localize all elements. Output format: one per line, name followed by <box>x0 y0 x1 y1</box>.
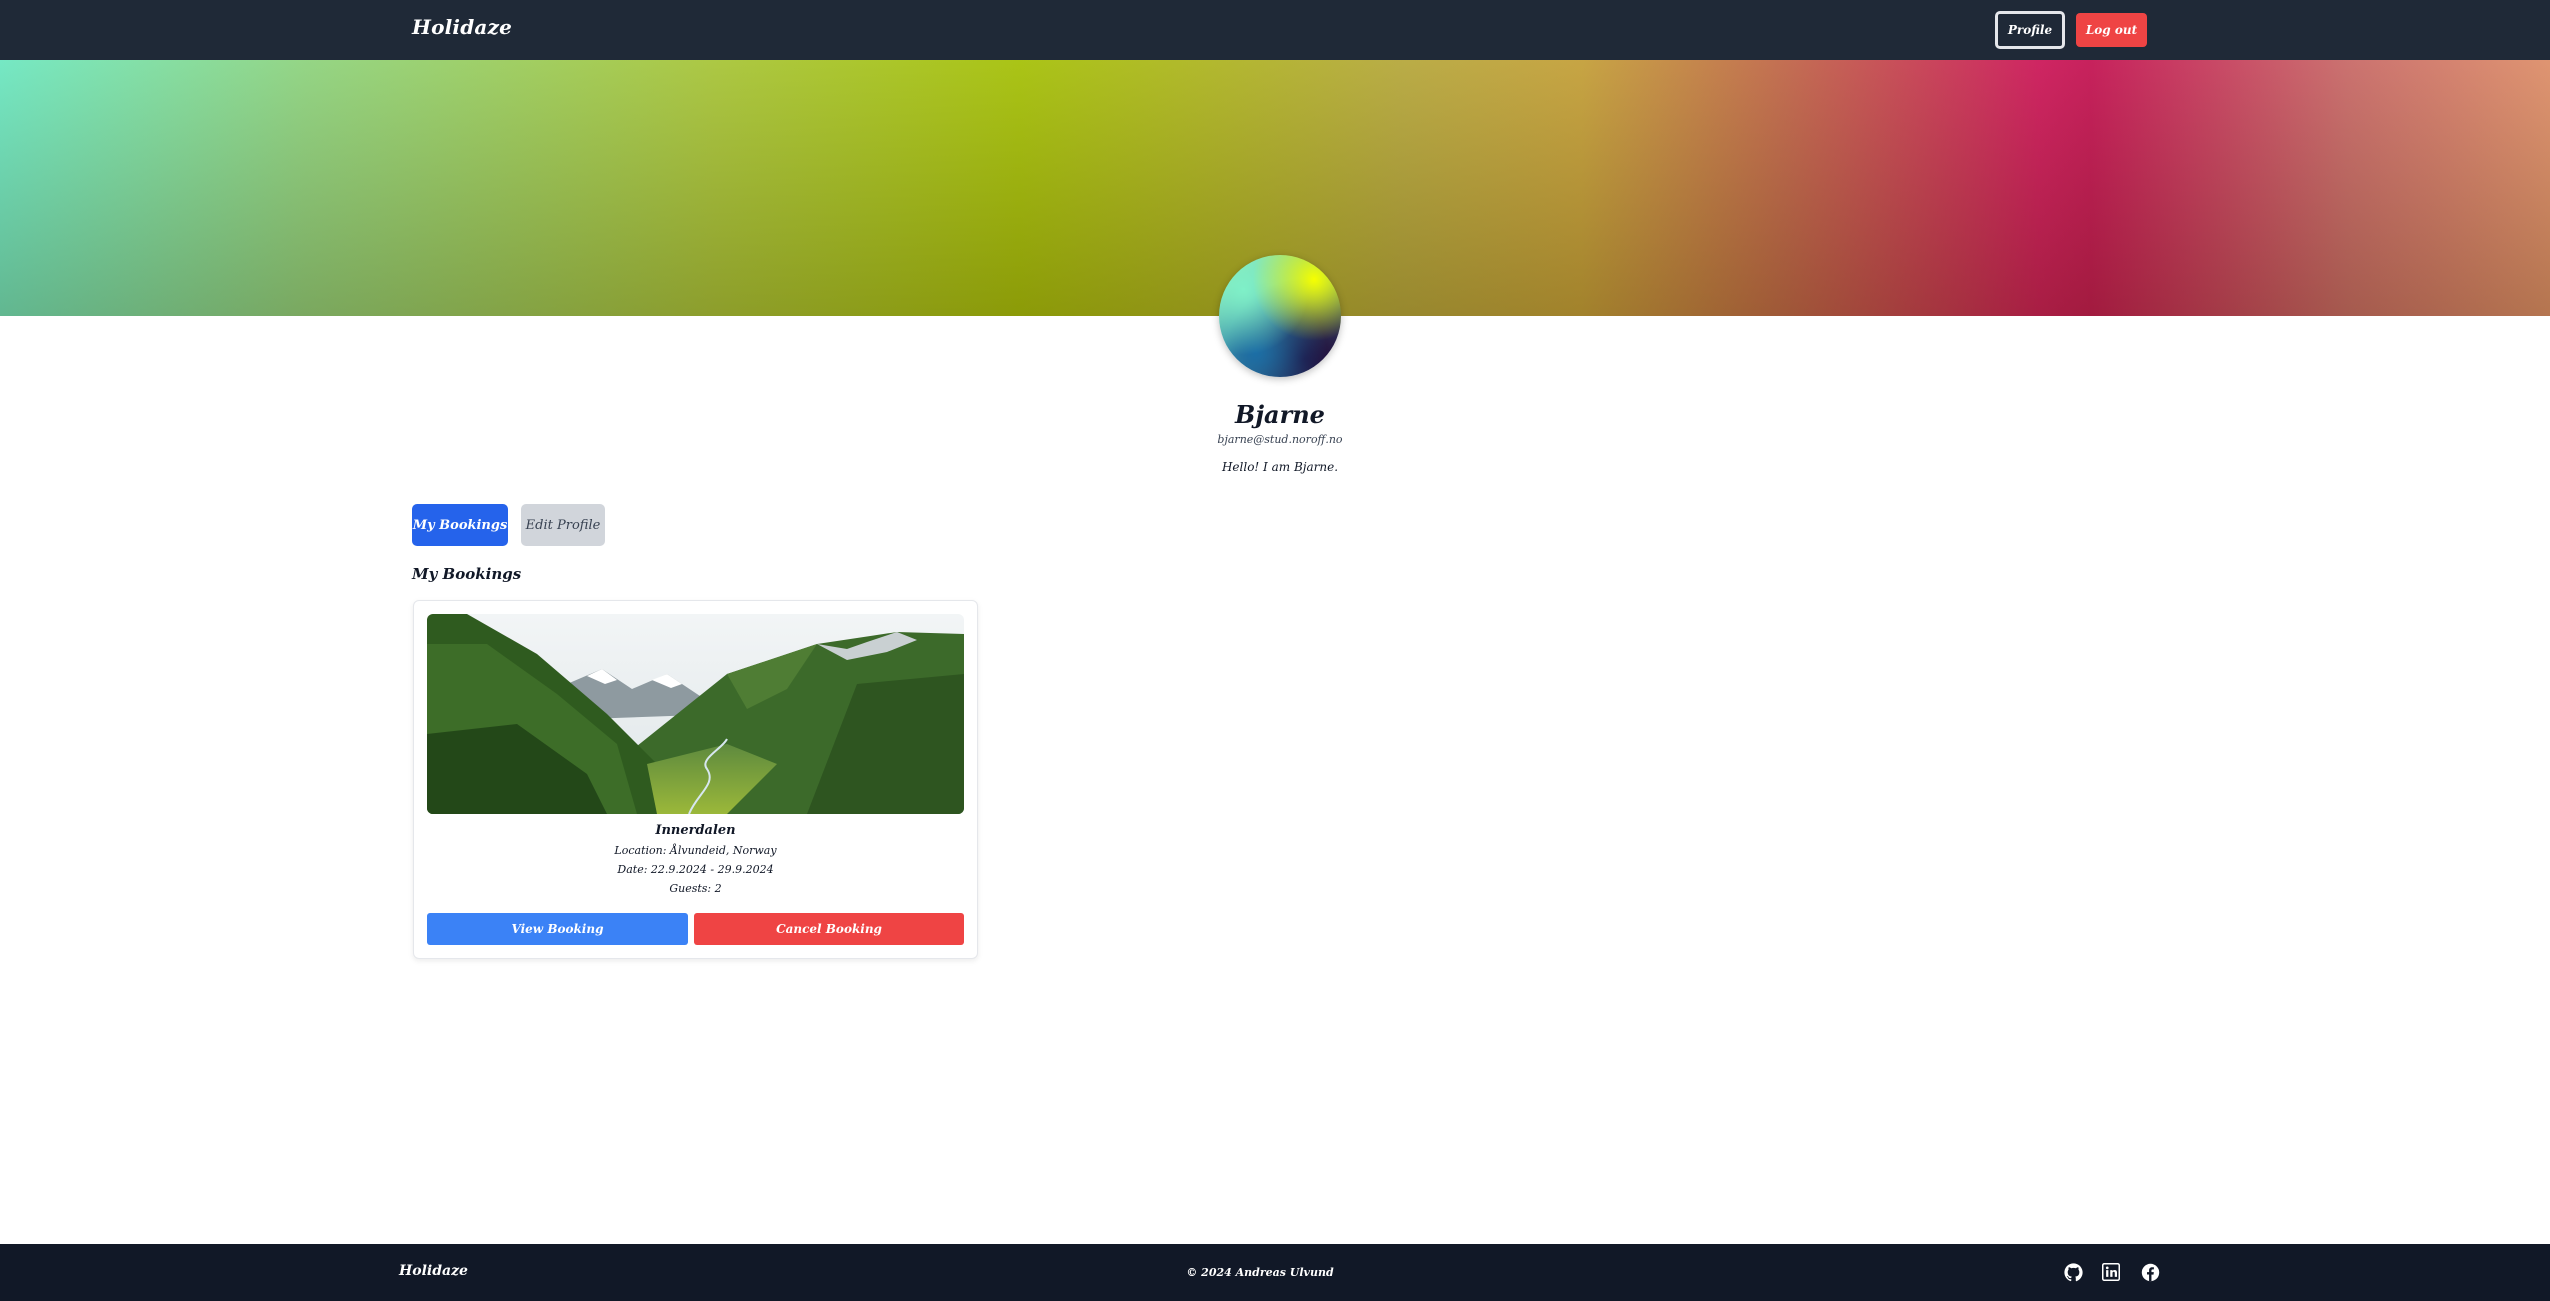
profile-name: Bjarne <box>1235 400 1325 429</box>
cancel-booking-button[interactable]: Cancel Booking <box>694 913 964 945</box>
facebook-icon[interactable] <box>2140 1262 2160 1282</box>
booking-location: Location: Ålvundeid, Norway <box>614 844 777 857</box>
linkedin-icon[interactable] <box>2101 1262 2121 1282</box>
brand-logo[interactable]: Holidaze <box>412 15 512 39</box>
booking-date: Date: 22.9.2024 - 29.9.2024 <box>617 863 774 876</box>
profile-button[interactable]: Profile <box>1995 11 2065 49</box>
booking-card: Innerdalen Location: Ålvundeid, Norway D… <box>413 600 978 959</box>
section-title: My Bookings <box>412 565 522 583</box>
tab-my-bookings[interactable]: My Bookings <box>412 504 508 546</box>
github-icon[interactable] <box>2063 1262 2083 1282</box>
tab-edit-profile[interactable]: Edit Profile <box>521 504 605 546</box>
profile-bio: Hello! I am Bjarne. <box>1221 460 1339 474</box>
profile-email: bjarne@stud.noroff.no <box>1217 433 1343 446</box>
venue-image <box>427 614 964 814</box>
top-navbar: Holidaze Profile Log out <box>0 0 2550 60</box>
footer: Holidaze © 2024 Andreas Ulvund <box>0 1244 2550 1301</box>
venue-name: Innerdalen <box>655 823 736 838</box>
landscape-image <box>427 614 964 814</box>
logout-button[interactable]: Log out <box>2076 13 2147 47</box>
booking-guests: Guests: 2 <box>669 882 722 895</box>
view-booking-button[interactable]: View Booking <box>427 913 688 945</box>
avatar <box>1219 255 1341 377</box>
